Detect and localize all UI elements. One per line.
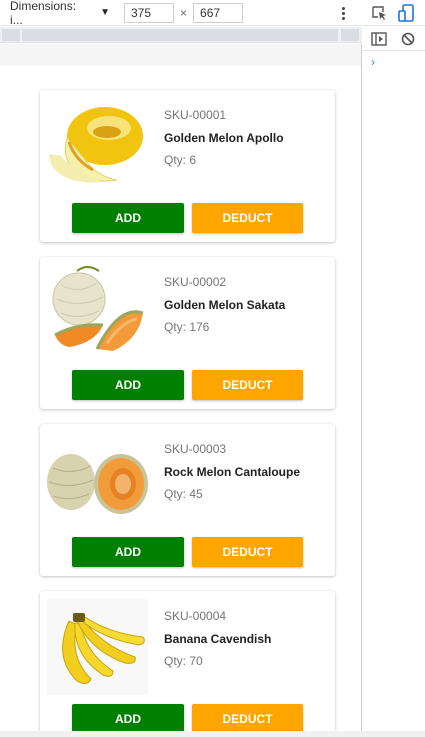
cantaloupe-slices-image [52,266,144,351]
times-sign: × [180,5,188,20]
product-qty: Qty: 6 [164,153,197,167]
dimensions-dropdown[interactable]: Dimensions: i... ▼ [10,0,110,27]
inventory-page: SKU-00001 Golden Melon Apollo Qty: 6 ADD… [0,66,361,737]
clear-console-icon[interactable] [401,32,415,46]
product-sku: SKU-00004 [164,609,227,623]
devtools-toolbar [363,0,425,26]
product-sku: SKU-00003 [164,442,227,456]
add-button[interactable]: ADD [72,370,184,400]
device-toolbar: Dimensions: i... ▼ × [0,0,362,27]
console-toolbar [363,27,425,51]
product-card: SKU-00003 Rock Melon Cantaloupe Qty: 45 … [40,424,335,576]
product-name: Rock Melon Cantaloupe [164,465,301,479]
product-qty: Qty: 176 [164,320,210,334]
deduct-button[interactable]: DEDUCT [192,537,303,567]
media-query-ruler [0,27,362,43]
dropdown-arrow-icon: ▼ [100,7,110,18]
product-card: SKU-00002 Golden Melon Sakata Qty: 176 A… [40,257,335,409]
deduct-button[interactable]: DEDUCT [192,370,303,400]
rock-melon-image [47,454,148,514]
add-button[interactable]: ADD [72,704,184,734]
golden-melon-image [49,107,143,183]
product-card: SKU-00001 Golden Melon Apollo Qty: 6 ADD… [40,90,335,242]
dimensions-label: Dimensions: i... [10,0,77,27]
product-sku: SKU-00001 [164,108,227,122]
product-name: Golden Melon Sakata [164,298,286,312]
height-input[interactable] [193,2,244,23]
devtools-panel: › [363,0,425,737]
product-sku: SKU-00002 [164,275,227,289]
add-button[interactable]: ADD [72,537,184,567]
product-name: Golden Melon Apollo [164,131,284,145]
console-sidebar-icon[interactable] [371,32,387,46]
product-card: SKU-00004 Banana Cavendish Qty: 70 ADD D… [40,591,335,737]
width-input[interactable] [124,2,174,23]
add-button[interactable]: ADD [72,203,184,233]
product-name: Banana Cavendish [164,632,272,646]
device-viewport: SKU-00001 Golden Melon Apollo Qty: 6 ADD… [0,44,362,737]
deduct-button[interactable]: DEDUCT [192,704,303,734]
deduct-button[interactable]: DEDUCT [192,203,303,233]
device-toggle-icon[interactable] [398,4,414,22]
banana-image [47,599,148,695]
horizontal-scrollbar[interactable] [0,731,425,737]
product-qty: Qty: 45 [164,487,203,501]
product-qty: Qty: 70 [164,654,203,668]
console-prompt-icon[interactable]: › [371,55,375,69]
inspect-element-icon[interactable] [371,5,387,21]
more-options-icon[interactable] [337,3,349,23]
